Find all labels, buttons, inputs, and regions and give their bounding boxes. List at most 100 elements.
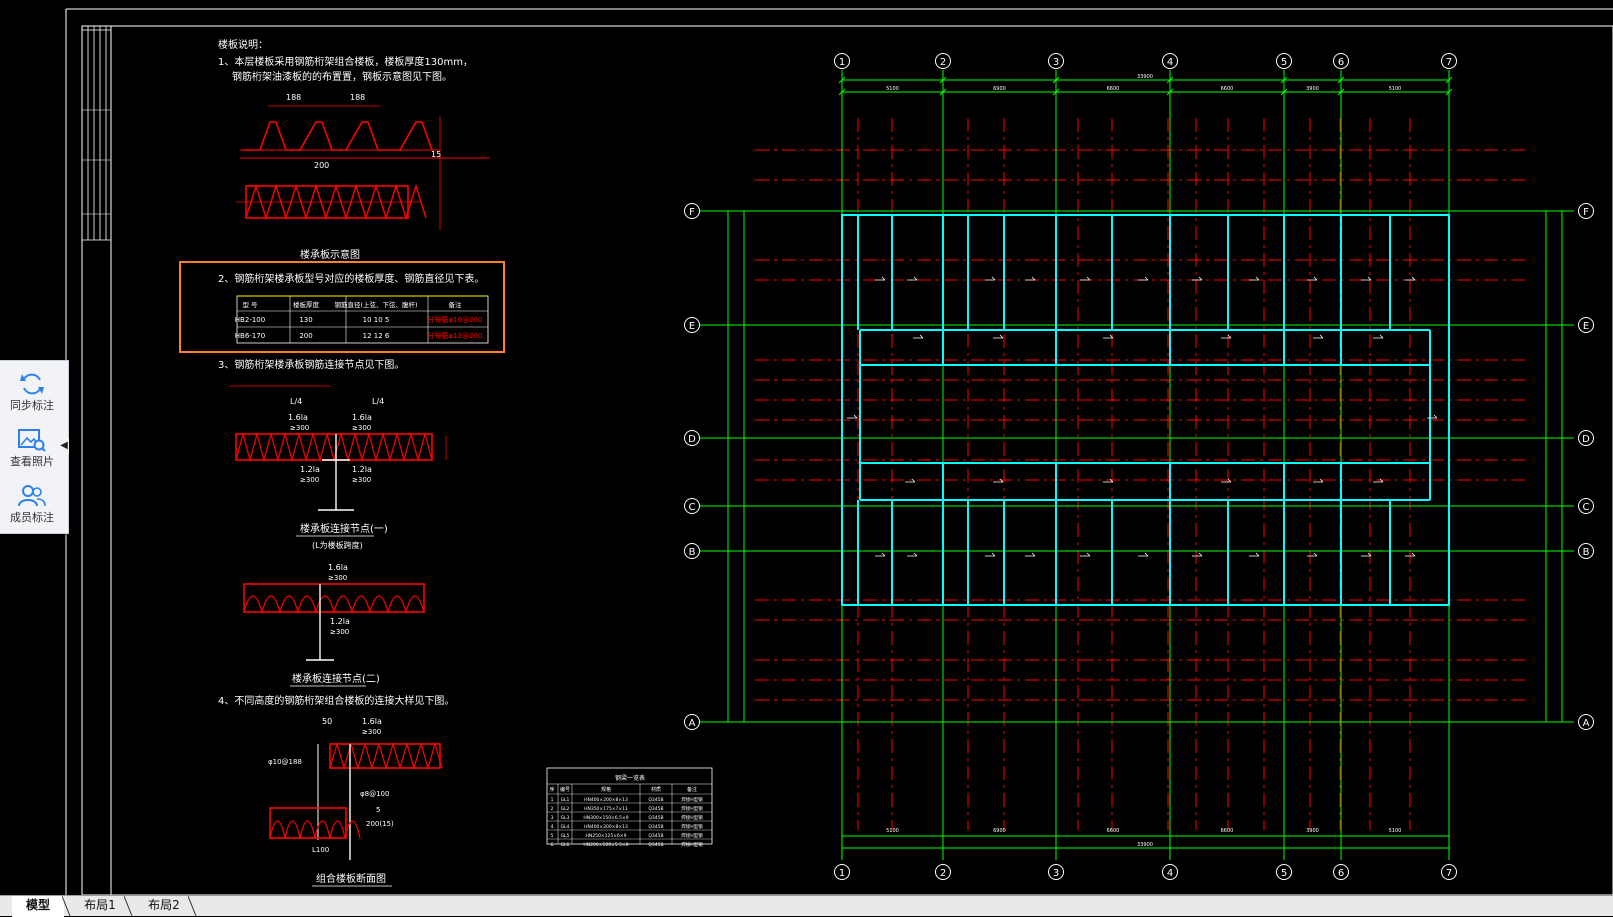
beam-schedule-cell: Q345B (648, 842, 663, 848)
spec-table-cell: 12 12 6 (363, 332, 390, 340)
span-direction-arrow (847, 414, 858, 419)
dim-label-300-f: ≥300 (330, 628, 349, 636)
member-annotation-button[interactable]: 成员标注 (0, 477, 64, 533)
spec-table-cell: HB2-100 (235, 316, 265, 324)
beam-schedule-cell: Q345B (648, 833, 663, 839)
detail1-truss (235, 431, 433, 463)
member-annotation-label: 成员标注 (10, 511, 54, 524)
dim-label-188: 188 (350, 93, 365, 102)
dim-label-1.6la-d: 1.6la (362, 717, 382, 726)
axis-number-top: 4 (1167, 57, 1173, 68)
spec-table-header: 楼板厚度 (293, 300, 320, 309)
span-dim-bottom: 3900 (1306, 828, 1319, 834)
axis-number-bottom: 7 (1446, 868, 1452, 879)
sync-annotation-button[interactable]: 同步标注 (0, 365, 64, 421)
dim-label-300-e: ≥300 (328, 574, 347, 582)
span-direction-arrow (1373, 334, 1384, 339)
dim-label-188: 188 (286, 93, 301, 102)
beam-schedule-header: 序 (549, 786, 554, 793)
axis-letter-right: F (1583, 207, 1589, 218)
tab-model[interactable]: 模型 (12, 896, 64, 917)
total-dim-bottom: 33900 (1137, 842, 1153, 848)
beam-schedule-cell: GL1 (561, 797, 570, 803)
dim-label-50: 50 (322, 717, 332, 726)
beam-schedule-cell: HN350×175×7×11 (584, 806, 628, 812)
beam-schedule-cell: 焊接H型钢 (681, 814, 703, 821)
dim-label-1.6la-b: 1.6la (352, 413, 372, 422)
beam-schedule-cell: 4 (551, 824, 554, 830)
tab-layout2[interactable]: 布局2 (132, 896, 196, 915)
beam-schedule-cell: HN300×150×6.5×9 (583, 815, 628, 821)
span-dim-bottom: 6600 (1107, 828, 1120, 834)
beam-schedule-cell: HN400×200×8×13 (584, 797, 628, 803)
collapse-toolbar-caret-icon[interactable]: ◀ (59, 438, 69, 454)
drawing-canvas[interactable]: 楼板说明： 1、本层楼板采用钢筋桁架组合楼板，楼板厚度130mm， 钢筋桁架油漆板的… (0, 0, 1613, 895)
axis-letter-left: F (689, 207, 695, 218)
axis-number-top: 3 (1053, 57, 1059, 68)
sync-annotation-label: 同步标注 (10, 399, 54, 412)
span-direction-arrow (1025, 552, 1036, 557)
axis-letter-left: B (689, 547, 696, 558)
beam-schedule-cell: 焊接H型钢 (681, 796, 703, 803)
span-direction-arrow (1427, 414, 1438, 419)
dim-label-phi10: φ10@188 (268, 758, 302, 766)
dim-label-phi8: φ8@100 (360, 790, 389, 798)
beam-schedule-header: 规格 (601, 786, 611, 793)
axis-number-top: 1 (839, 57, 845, 68)
span-direction-arrow (1080, 552, 1091, 557)
span-dim: 6600 (1107, 86, 1120, 92)
beam-schedule-cell: GL4 (561, 824, 570, 830)
axis-letter-right: B (1583, 547, 1590, 558)
span-dim-bottom: 5100 (1389, 828, 1402, 834)
axis-letter-right: A (1583, 718, 1590, 729)
perimeter-beam (841, 214, 1450, 606)
beam-schedule-header: 材质 (651, 786, 661, 793)
spec-table-header: 钢筋直径(上弦、下弦、腹杆) (334, 300, 417, 309)
dim-label-15: 15 (431, 150, 441, 159)
spec-table-cell: 200 (299, 332, 312, 340)
span-dim-bottom: 6900 (993, 828, 1006, 834)
detail1-sub: (L为楼板跨度) (312, 540, 363, 550)
detail1-caption: 楼承板连接节点(一) (300, 522, 388, 535)
beam-schedule-cell: 2 (551, 806, 554, 812)
span-direction-arrow (985, 552, 996, 557)
dim-label-1.6la: 1.6la (288, 413, 308, 422)
dim-label-300-g: ≥300 (362, 728, 381, 736)
span-direction-arrow (1313, 334, 1324, 339)
span-dim: 5100 (1389, 86, 1402, 92)
beam-schedule-title: 钢梁一览表 (615, 774, 645, 782)
detail2-slab (243, 583, 425, 613)
axis-number-bottom: 2 (940, 868, 946, 879)
beam-schedule-cell: Q345B (648, 797, 663, 803)
axis-letter-left: C (689, 502, 696, 513)
beam-schedule-cell: 焊接H型钢 (681, 823, 703, 830)
image-search-icon (18, 429, 46, 452)
axis-letter-right: C (1583, 502, 1590, 513)
spec-table-header: 型 号 (242, 300, 258, 309)
view-photos-button[interactable]: 查看照片 (0, 421, 64, 477)
axis-number-bottom: 4 (1167, 868, 1173, 879)
spec-table-cell: 分布筋φ10@200 (428, 315, 483, 324)
note-4: 4、不同高度的钢筋桁架组合楼板的连接大样见下图。 (218, 694, 454, 707)
spec-table-cell: 130 (299, 316, 312, 324)
tab-layout1[interactable]: 布局1 (68, 896, 132, 915)
span-direction-arrow (1249, 552, 1260, 557)
beam-schedule-cell: 焊接H型钢 (681, 805, 703, 812)
beam-schedule-cell: GL6 (561, 842, 570, 848)
note-2: 2、钢筋桁架楼承板型号对应的楼板厚度、钢筋直径见下表。 (218, 272, 484, 285)
span-dim: 6600 (1221, 86, 1234, 92)
axis-letter-right: D (1582, 434, 1590, 445)
dim-label-1.2la-c: 1.2la (330, 617, 350, 626)
axis-number-bottom: 1 (839, 868, 845, 879)
axis-number-top: 2 (940, 57, 946, 68)
axis-letter-right: E (1583, 321, 1589, 332)
dim-label-300-b: ≥300 (352, 424, 371, 432)
dim-label-L4b: L/4 (372, 397, 384, 406)
refresh-icon (20, 373, 44, 395)
layout-tab-bar: 模型 布局1 布局2 (0, 895, 1613, 917)
beam-schedule-header: 编号 (560, 786, 570, 793)
tab-divider (188, 896, 197, 916)
note-3: 3、钢筋桁架楼承板钢筋连接节点见下图。 (218, 358, 404, 371)
dim-label-1.6la-c: 1.6la (328, 563, 348, 572)
dim-label-300: ≥300 (290, 424, 309, 432)
